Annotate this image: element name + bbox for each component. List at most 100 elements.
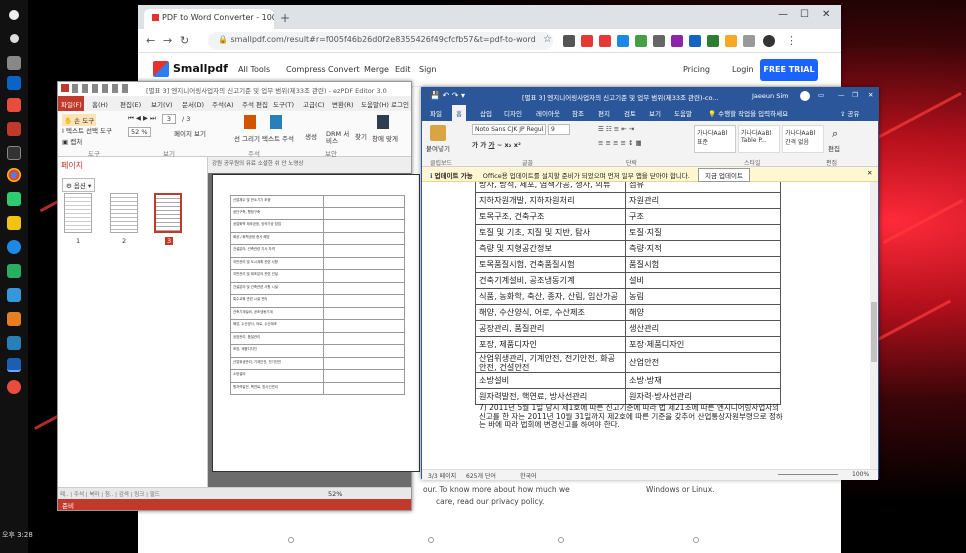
close-notice-icon[interactable]: ✕ — [867, 169, 872, 177]
tab-review[interactable]: 검토 — [624, 108, 636, 118]
quick-access-icons[interactable] — [72, 84, 132, 93]
url-field[interactable]: 🔒 smallpdf.com/result#r=f005f46b26d0f2e8… — [208, 32, 553, 50]
table-cell-field[interactable]: 공장관리, 품질관리 — [475, 320, 626, 337]
search-icon[interactable] — [10, 34, 19, 43]
pdf-menu-file[interactable]: 파일(F) — [58, 96, 84, 111]
nav-edit[interactable]: Edit — [395, 65, 411, 74]
app-icon-red[interactable] — [7, 98, 21, 112]
page-number-input[interactable]: 3 — [162, 114, 176, 124]
table-cell-category[interactable]: 토질·지질 — [625, 224, 781, 241]
table-cell-field[interactable]: 산업위생관리, 기계안전, 전기안전, 화공안전, 건설안전 — [475, 351, 626, 374]
nav-compress[interactable]: Compress — [286, 65, 326, 74]
page-nav-buttons[interactable]: ⏮ ◀ ▶ ⏭ — [128, 114, 156, 123]
tab-home[interactable]: 홈 — [452, 105, 466, 121]
table-cell-category[interactable]: 소방·방재 — [625, 372, 781, 390]
options-dropdown[interactable]: ⚙ 옵션 ▾ — [62, 178, 96, 192]
extension-icon[interactable] — [725, 35, 737, 47]
extension-icon[interactable] — [617, 35, 629, 47]
style-no-spacing[interactable]: 가나다AaBl 간격 없음 — [782, 125, 824, 153]
font-format-buttons[interactable]: 가 가 가 ~ x₂ x² — [472, 139, 521, 149]
status-page[interactable]: 3/3 페이지 — [428, 471, 456, 480]
tab-mailings[interactable]: 편지 — [598, 108, 610, 118]
page-thumbnail[interactable] — [64, 193, 92, 233]
pdf-menu-convert[interactable]: 변환(R) — [332, 99, 354, 109]
pdf-menu-help[interactable]: 도움말(H) — [361, 99, 389, 109]
pdf-menu-tools[interactable]: 도구(T) — [273, 99, 294, 109]
table-cell-field[interactable]: 토목품질시험, 건축품질시험 — [475, 256, 626, 273]
list-buttons[interactable]: ☰ ☷ ≡ ⇤ ⇥ — [598, 125, 634, 133]
carousel-dot[interactable] — [428, 537, 434, 543]
tab-insert[interactable]: 삽입 — [480, 108, 492, 118]
browser-tab[interactable]: PDF to Word Converter - 100% Free — [144, 9, 274, 29]
app-icon-green[interactable] — [7, 192, 21, 206]
signature-icon[interactable] — [244, 115, 256, 129]
smallpdf-brand[interactable]: Smallpdf — [173, 62, 228, 75]
word-user-name[interactable]: Jaeeun Sim — [752, 92, 788, 100]
table-cell-field[interactable]: 토목구조, 건축구조 — [475, 208, 626, 225]
app-icon-c[interactable] — [7, 264, 21, 278]
pdf-menu-advanced[interactable]: 고급(C) — [303, 99, 325, 109]
carousel-dot[interactable] — [288, 537, 294, 543]
table-cell-category[interactable]: 산업안전 — [625, 351, 781, 374]
table-cell-category[interactable]: 설비 — [625, 272, 781, 289]
table-cell-category[interactable]: 구조 — [625, 208, 781, 225]
zoom-slider[interactable] — [778, 474, 838, 475]
extension-icon[interactable] — [653, 35, 665, 47]
text-annotation-icon[interactable] — [270, 115, 282, 129]
nav-merge[interactable]: Merge — [364, 65, 389, 74]
smallpdf-logo-icon[interactable] — [153, 61, 169, 77]
tell-me-search[interactable]: 💡 수행할 작업을 입력하세요 — [708, 108, 788, 118]
paste-icon[interactable] — [430, 125, 446, 141]
table-cell-field[interactable]: 소방설비 — [475, 372, 626, 390]
nav-sign[interactable]: Sign — [419, 65, 436, 74]
drm-service-button[interactable]: DRM 서비스 — [326, 131, 352, 144]
vertical-scrollbar[interactable] — [870, 182, 878, 469]
bookmark-star-icon[interactable]: ☆ — [543, 34, 552, 45]
outlook-icon[interactable] — [7, 76, 21, 90]
tab-file[interactable]: 파일 — [430, 108, 442, 118]
pdf-menu-home[interactable]: 홈(H) — [92, 99, 108, 109]
extension-icon[interactable] — [581, 35, 593, 47]
free-trial-button[interactable]: FREE TRIAL — [760, 59, 818, 81]
maximize-icon[interactable]: ☐ — [800, 9, 809, 20]
tab-design[interactable]: 디자인 — [504, 108, 522, 118]
style-normal[interactable]: 가나다AaBl 표준 — [694, 125, 736, 153]
tab-references[interactable]: 참조 — [572, 108, 584, 118]
reload-icon[interactable]: ↻ — [180, 34, 189, 47]
zoom-select[interactable]: 52 % — [128, 127, 151, 137]
app-icon-orange[interactable] — [7, 312, 21, 326]
table-cell-category[interactable]: 농림 — [625, 288, 781, 305]
back-icon[interactable]: ← — [146, 34, 155, 47]
extension-icon[interactable] — [635, 35, 647, 47]
table-cell-category[interactable]: 품질시험 — [625, 256, 781, 273]
extension-icon[interactable] — [707, 35, 719, 47]
extension-icon[interactable] — [563, 35, 575, 47]
pdf-menu-edit[interactable]: 편집(E) — [120, 99, 141, 109]
extension-icon[interactable] — [599, 35, 611, 47]
pdf-menu-view[interactable]: 보기(V) — [151, 99, 172, 109]
app-icon-blue[interactable] — [7, 336, 21, 350]
table-cell-category[interactable]: 자원관리 — [625, 192, 781, 209]
status-language[interactable]: 한국어 — [520, 471, 537, 480]
table-cell-field[interactable]: 식품, 농화학, 축산, 종자, 산림, 임산가공 — [475, 288, 626, 305]
style-table[interactable]: 가나다AaBl Table P... — [738, 125, 780, 153]
extension-icon[interactable] — [743, 35, 755, 47]
table-cell-category[interactable]: 해양 — [625, 304, 781, 321]
status-words[interactable]: 625개 단어 — [466, 471, 496, 480]
nav-convert[interactable]: Convert — [328, 65, 360, 74]
forward-icon[interactable]: → — [163, 34, 172, 47]
task-view-icon[interactable] — [7, 56, 21, 70]
create-button[interactable]: 생성 — [305, 131, 317, 141]
table-cell-field[interactable]: 포장, 제품디자인 — [475, 336, 626, 353]
app-icon-pdf[interactable] — [7, 122, 21, 136]
share-button[interactable]: ⇪ 공유 — [840, 108, 859, 118]
find-icon[interactable]: ⌕ — [832, 127, 838, 141]
tab-help[interactable]: 도움말 — [674, 108, 692, 118]
pdf-menu-login[interactable]: 로그인 — [391, 99, 409, 109]
page-thumbnail[interactable] — [110, 193, 138, 233]
pdf-menu-annot-edit[interactable]: 주석 편집 — [242, 99, 268, 109]
tab-layout[interactable]: 레이아웃 — [536, 108, 560, 118]
login-link[interactable]: Login — [732, 65, 754, 74]
table-cell-category[interactable]: 측량·지적 — [625, 240, 781, 257]
table-cell-field[interactable]: 토질 및 기초, 지질 및 지반, 탐사 — [475, 224, 626, 241]
